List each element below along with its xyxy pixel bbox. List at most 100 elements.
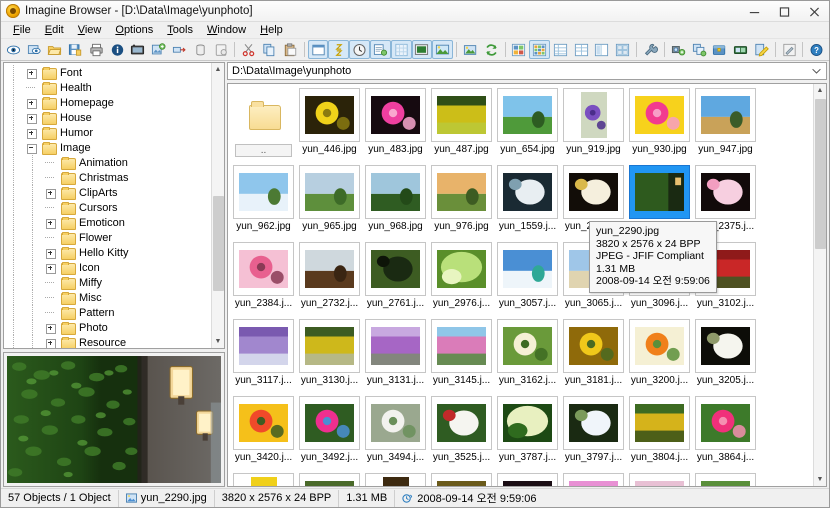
thumbnail-item[interactable]: yun_3117.j... bbox=[232, 319, 295, 394]
thumbnail-item[interactable]: yun_3797.j... bbox=[562, 396, 625, 471]
info-icon[interactable] bbox=[107, 40, 128, 59]
thumbnail-image[interactable] bbox=[695, 473, 756, 486]
thumbnail-item[interactable] bbox=[562, 473, 625, 486]
tree-scroll-down-button[interactable]: ▼ bbox=[212, 335, 225, 348]
tree-expand-icon[interactable] bbox=[23, 65, 42, 80]
thumbnail-image[interactable] bbox=[497, 165, 558, 219]
thumbnail-image[interactable] bbox=[431, 242, 492, 296]
tree-item-font[interactable]: Font bbox=[4, 65, 211, 80]
tree-item-house[interactable]: House bbox=[4, 110, 211, 125]
tree-expand-icon[interactable] bbox=[42, 260, 61, 275]
thumbnail-image[interactable] bbox=[695, 165, 756, 219]
wallpaper-icon[interactable] bbox=[432, 40, 454, 59]
thumbnail-image[interactable] bbox=[497, 473, 558, 486]
thumbnail-image[interactable] bbox=[695, 319, 756, 373]
maximize-button[interactable] bbox=[769, 1, 799, 22]
parent-folder-thumb[interactable] bbox=[233, 88, 294, 142]
thumbnail-image[interactable] bbox=[299, 165, 360, 219]
parent-folder-item[interactable]: .. bbox=[232, 88, 295, 163]
thumbnail-item[interactable]: yun_2976.j... bbox=[430, 242, 493, 317]
tree-scroll-up-button[interactable]: ▲ bbox=[212, 63, 225, 76]
thumbnail-image[interactable] bbox=[563, 396, 624, 450]
thumbnail-item[interactable]: yun_3959.j... bbox=[298, 473, 361, 486]
tree-item-cliparts[interactable]: ClipArts bbox=[4, 185, 211, 200]
thumbnail-item[interactable]: yun_4103.j... bbox=[430, 473, 493, 486]
tree-scroll-thumb[interactable] bbox=[212, 196, 224, 291]
delete-icon[interactable] bbox=[190, 40, 211, 59]
thumbnail-item[interactable]: yun_2761.j... bbox=[364, 242, 427, 317]
thumbnail-item[interactable]: yun_3145.j... bbox=[430, 319, 493, 394]
thumbnail-item[interactable]: yun_2732.j... bbox=[298, 242, 361, 317]
clock-icon[interactable] bbox=[349, 40, 370, 59]
tree-item-homepage[interactable]: Homepage bbox=[4, 95, 211, 110]
tree-item-humor[interactable]: Humor bbox=[4, 125, 211, 140]
menu-view[interactable]: View bbox=[71, 23, 109, 37]
thumbnail-item[interactable]: yun_3492.j... bbox=[298, 396, 361, 471]
thumbnail-item[interactable]: yun_3181.j... bbox=[562, 319, 625, 394]
thumbs-scroll-thumb[interactable] bbox=[814, 99, 826, 249]
thumbnail-image[interactable] bbox=[695, 88, 756, 142]
thumbnail-image[interactable] bbox=[563, 473, 624, 486]
preview-pane[interactable] bbox=[3, 352, 225, 487]
thumbnail-item[interactable]: yun_3787.j... bbox=[496, 396, 559, 471]
rename-icon[interactable] bbox=[169, 40, 190, 59]
thumbnail-item[interactable]: yun_968.jpg bbox=[364, 165, 427, 240]
tree-item-emoticon[interactable]: Emoticon bbox=[4, 215, 211, 230]
address-bar[interactable]: D:\Data\Image\yunphoto bbox=[227, 62, 827, 80]
tree-expand-icon[interactable] bbox=[23, 110, 42, 125]
slide-panel-icon[interactable] bbox=[730, 40, 751, 59]
thumbnail-view-icon[interactable] bbox=[509, 40, 530, 59]
help-icon[interactable]: ? bbox=[806, 40, 827, 59]
thumbnail-image[interactable] bbox=[431, 396, 492, 450]
thumbnail-item[interactable]: yun_930.jpg bbox=[628, 88, 691, 163]
split-view-icon[interactable] bbox=[592, 40, 613, 59]
menu-file[interactable]: FFileile bbox=[6, 23, 38, 37]
tile-view-icon[interactable] bbox=[529, 40, 551, 59]
tree-scroll-track[interactable] bbox=[212, 76, 225, 335]
thumbnail-image[interactable] bbox=[365, 473, 426, 486]
batch-convert-icon[interactable] bbox=[668, 40, 689, 59]
thumbnail-image[interactable] bbox=[233, 242, 294, 296]
thumbnail-image[interactable] bbox=[365, 242, 426, 296]
tree-expand-icon[interactable] bbox=[23, 95, 42, 110]
thumbnail-image[interactable] bbox=[233, 165, 294, 219]
thumbnail-item[interactable]: yun_962.jpg bbox=[232, 165, 295, 240]
tree-item-pattern[interactable]: Pattern bbox=[4, 305, 211, 320]
view-image-icon[interactable] bbox=[3, 40, 24, 59]
thumbnail-item[interactable]: yun_2384.j... bbox=[232, 242, 295, 317]
thumbnail-image[interactable] bbox=[233, 396, 294, 450]
thumbnail-image[interactable] bbox=[299, 473, 360, 486]
edit-pencil-icon[interactable] bbox=[779, 40, 800, 59]
grid-icon[interactable] bbox=[390, 40, 412, 59]
tree-expand-icon[interactable] bbox=[42, 185, 61, 200]
thumbnail-item[interactable]: yun_446.jpg bbox=[298, 88, 361, 163]
thumbnail-image[interactable] bbox=[563, 319, 624, 373]
paste-icon[interactable] bbox=[280, 40, 301, 59]
thumbnail-image[interactable] bbox=[299, 242, 360, 296]
thumbnail-item[interactable]: yun_3057.j... bbox=[496, 242, 559, 317]
thumbnail-image[interactable] bbox=[365, 165, 426, 219]
thumbnail-image[interactable] bbox=[629, 396, 690, 450]
menu-edit[interactable]: Edit bbox=[38, 23, 71, 37]
thumbnail-item[interactable]: yun_947.jpg bbox=[694, 88, 757, 163]
thumbnail-item[interactable]: yun_487.jpg bbox=[430, 88, 493, 163]
thumbnail-item[interactable]: yun_3871.j... bbox=[232, 473, 295, 486]
thumbnail-image[interactable] bbox=[497, 396, 558, 450]
thumbnail-image[interactable] bbox=[695, 396, 756, 450]
tree-item-flower[interactable]: Flower bbox=[4, 230, 211, 245]
edit-note-icon[interactable] bbox=[751, 40, 772, 59]
thumbnail-item[interactable]: yun_976.jpg bbox=[430, 165, 493, 240]
thumbs-scroll-up-button[interactable]: ▲ bbox=[814, 84, 827, 97]
thumbnail-image[interactable] bbox=[365, 88, 426, 142]
slideshow-icon[interactable] bbox=[128, 40, 149, 59]
thumbnail-browser[interactable]: .. yun_446.jpg yun_483.jpg yun_487.jpg yun_6… bbox=[227, 83, 827, 487]
thumbnail-scrollbar[interactable]: ▲ ▼ bbox=[813, 84, 826, 486]
thumbnail-item[interactable]: yun_3131.j... bbox=[364, 319, 427, 394]
thumbnail-image[interactable] bbox=[431, 88, 492, 142]
archive-icon[interactable] bbox=[709, 40, 730, 59]
thumbnail-image[interactable] bbox=[431, 319, 492, 373]
thumbnail-item[interactable]: yun_654.jpg bbox=[496, 88, 559, 163]
menu-tools[interactable]: Tools bbox=[160, 23, 200, 37]
address-input[interactable]: D:\Data\Image\yunphoto bbox=[232, 65, 809, 77]
tree-collapse-icon[interactable] bbox=[23, 140, 42, 155]
